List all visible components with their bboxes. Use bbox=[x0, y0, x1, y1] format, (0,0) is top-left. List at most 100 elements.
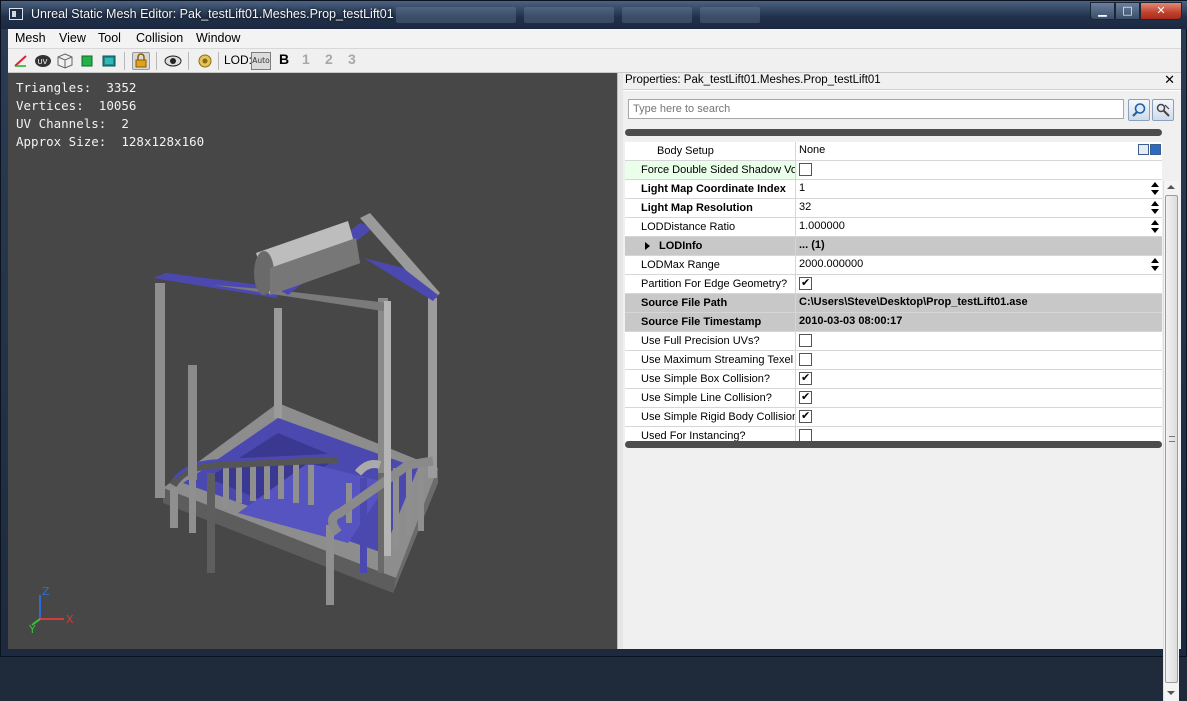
title-bar[interactable]: Unreal Static Mesh Editor: Pak_testLift0… bbox=[1, 1, 1187, 29]
maximize-button[interactable]: □ bbox=[1115, 2, 1140, 20]
stat-vertices: Vertices: 10056 bbox=[16, 98, 137, 113]
lod-label: LOD: bbox=[224, 53, 253, 67]
prop-name: Light Map Coordinate Index bbox=[625, 180, 796, 198]
prop-name: Source File Path bbox=[625, 294, 796, 312]
prop-row-partition-edge-geometry[interactable]: Partition For Edge Geometry? bbox=[625, 275, 1162, 294]
prop-value[interactable]: 32 bbox=[797, 199, 1162, 217]
prop-value bbox=[797, 370, 1162, 388]
prop-row-source-file-path[interactable]: Source File Path C:\Users\Steve\Desktop\… bbox=[625, 294, 1162, 313]
prop-value[interactable]: 2000.000000 bbox=[797, 256, 1162, 274]
prop-row-force-double-sided[interactable]: Force Double Sided Shadow Volu bbox=[625, 161, 1162, 180]
prop-value[interactable]: 1.000000 bbox=[797, 218, 1162, 236]
prop-name: Use Simple Rigid Body Collision? bbox=[625, 408, 796, 426]
property-rows: Body Setup None Force Double Sided Shado… bbox=[625, 142, 1162, 446]
toolbar: UV LOD: Auto B 1 2 3 bbox=[8, 49, 1181, 73]
prop-name: Light Map Resolution bbox=[625, 199, 796, 217]
lod-1-button[interactable]: 1 bbox=[302, 51, 310, 67]
prop-name: LODMax Range bbox=[625, 256, 796, 274]
window-controls: ▁ □ ✕ bbox=[1090, 2, 1182, 20]
lod-base-button[interactable]: B bbox=[279, 51, 289, 67]
checkbox[interactable] bbox=[799, 334, 812, 347]
prop-row-light-map-coordinate-index[interactable]: Light Map Coordinate Index 1 bbox=[625, 180, 1162, 199]
prop-name: Force Double Sided Shadow Volu bbox=[625, 161, 796, 179]
menu-collision[interactable]: Collision bbox=[136, 31, 183, 45]
mesh-stats: Triangles: 3352 Vertices: 10056 UV Chann… bbox=[16, 79, 204, 151]
socket-icon[interactable] bbox=[196, 52, 214, 70]
checkbox[interactable] bbox=[799, 390, 812, 404]
scroll-up-icon[interactable] bbox=[1167, 185, 1175, 189]
search-input[interactable] bbox=[628, 99, 1124, 119]
stat-triangles: Triangles: 3352 bbox=[16, 80, 137, 95]
prop-row-use-simple-rigid-body-collision[interactable]: Use Simple Rigid Body Collision? bbox=[625, 408, 1162, 427]
prop-row-light-map-resolution[interactable]: Light Map Resolution 32 bbox=[625, 199, 1162, 218]
close-button[interactable]: ✕ bbox=[1140, 2, 1182, 20]
draw-edges-icon[interactable] bbox=[12, 52, 30, 70]
toolbar-separator bbox=[156, 52, 157, 70]
prop-value bbox=[797, 161, 1162, 179]
properties-title: Properties: Pak_testLift01.Meshes.Prop_t… bbox=[625, 74, 881, 86]
editor-window: Unreal Static Mesh Editor: Pak_testLift0… bbox=[0, 0, 1187, 701]
clear-object-icon[interactable] bbox=[1138, 144, 1149, 155]
prop-name: Source File Timestamp bbox=[625, 313, 796, 331]
minimize-button[interactable]: ▁ bbox=[1090, 2, 1115, 20]
prop-row-lod-max-range[interactable]: LODMax Range 2000.000000 bbox=[625, 256, 1162, 275]
scroll-down-icon[interactable] bbox=[1167, 691, 1175, 695]
prop-value: ... (1) bbox=[799, 239, 825, 251]
lod-2-button[interactable]: 2 bbox=[325, 51, 333, 67]
prop-value[interactable]: None bbox=[797, 142, 1162, 160]
lod-3-button[interactable]: 3 bbox=[348, 51, 356, 67]
prop-row-source-file-timestamp[interactable]: Source File Timestamp 2010-03-03 08:00:1… bbox=[625, 313, 1162, 332]
properties-title-bar: Properties: Pak_testLift01.Meshes.Prop_t… bbox=[623, 73, 1181, 90]
checkbox[interactable] bbox=[799, 409, 812, 423]
stat-approx-size: Approx Size: 128x128x160 bbox=[16, 134, 205, 149]
lod-auto-button[interactable]: Auto bbox=[251, 52, 271, 70]
prop-row-use-full-precision-uvs[interactable]: Use Full Precision UVs? bbox=[625, 332, 1162, 351]
property-grid: Body Setup None Force Double Sided Shado… bbox=[623, 125, 1181, 701]
green-box-icon[interactable] bbox=[78, 52, 96, 70]
prop-row-use-simple-box-collision[interactable]: Use Simple Box Collision? bbox=[625, 370, 1162, 389]
checkbox[interactable] bbox=[799, 276, 812, 290]
category-header-bar[interactable] bbox=[625, 129, 1162, 136]
expand-arrow-icon[interactable] bbox=[645, 242, 650, 250]
menu-mesh[interactable]: Mesh bbox=[15, 31, 46, 45]
prop-row-use-simple-line-collision[interactable]: Use Simple Line Collision? bbox=[625, 389, 1162, 408]
grip-icon bbox=[1169, 436, 1175, 442]
lock-icon[interactable] bbox=[132, 52, 150, 70]
teal-box-icon[interactable] bbox=[100, 52, 118, 70]
spinner-arrows-icon[interactable] bbox=[1151, 258, 1160, 273]
toolbar-separator bbox=[188, 52, 189, 70]
spinner-arrows-icon[interactable] bbox=[1151, 201, 1160, 216]
dropdown-arrow-icon[interactable] bbox=[1150, 144, 1161, 155]
menu-view[interactable]: View bbox=[59, 31, 86, 45]
prop-row-use-max-streaming-texel[interactable]: Use Maximum Streaming Texel R bbox=[625, 351, 1162, 370]
uv-icon[interactable]: UV bbox=[34, 52, 52, 70]
properties-close-button[interactable]: ✕ bbox=[1164, 73, 1175, 88]
checkbox[interactable] bbox=[799, 371, 812, 385]
prop-name: Use Maximum Streaming Texel R bbox=[625, 351, 796, 369]
prop-row-lod-info[interactable]: LODInfo ... (1) bbox=[625, 237, 1162, 256]
mesh-viewport[interactable]: Triangles: 3352 Vertices: 10056 UV Chann… bbox=[8, 73, 617, 649]
search-icon[interactable] bbox=[1128, 99, 1150, 121]
wireframe-cube-icon[interactable] bbox=[56, 52, 74, 70]
menu-tool[interactable]: Tool bbox=[98, 31, 121, 45]
category-footer-bar bbox=[625, 441, 1162, 448]
svg-text:UV: UV bbox=[38, 58, 48, 66]
spinner-arrows-icon[interactable] bbox=[1151, 220, 1160, 235]
menu-window[interactable]: Window bbox=[196, 31, 240, 45]
properties-scrollbar[interactable] bbox=[1163, 181, 1179, 701]
axis-x-label: X bbox=[66, 613, 74, 626]
spinner-arrows-icon[interactable] bbox=[1151, 182, 1160, 197]
search-options-icon[interactable] bbox=[1152, 99, 1174, 121]
axis-gizmo-icon: Z X Y bbox=[28, 585, 74, 635]
prop-value[interactable]: 1 bbox=[797, 180, 1162, 198]
prop-name: Partition For Edge Geometry? bbox=[625, 275, 796, 293]
prop-name: Use Simple Line Collision? bbox=[625, 389, 796, 407]
eye-icon[interactable] bbox=[164, 52, 182, 70]
prop-value bbox=[797, 408, 1162, 426]
checkbox[interactable] bbox=[799, 163, 812, 176]
scrollbar-thumb[interactable] bbox=[1165, 195, 1178, 683]
checkbox[interactable] bbox=[799, 353, 812, 366]
prop-row-body-setup[interactable]: Body Setup None bbox=[625, 142, 1162, 161]
prop-row-lod-distance-ratio[interactable]: LODDistance Ratio 1.000000 bbox=[625, 218, 1162, 237]
stat-uv-channels: UV Channels: 2 bbox=[16, 116, 129, 131]
